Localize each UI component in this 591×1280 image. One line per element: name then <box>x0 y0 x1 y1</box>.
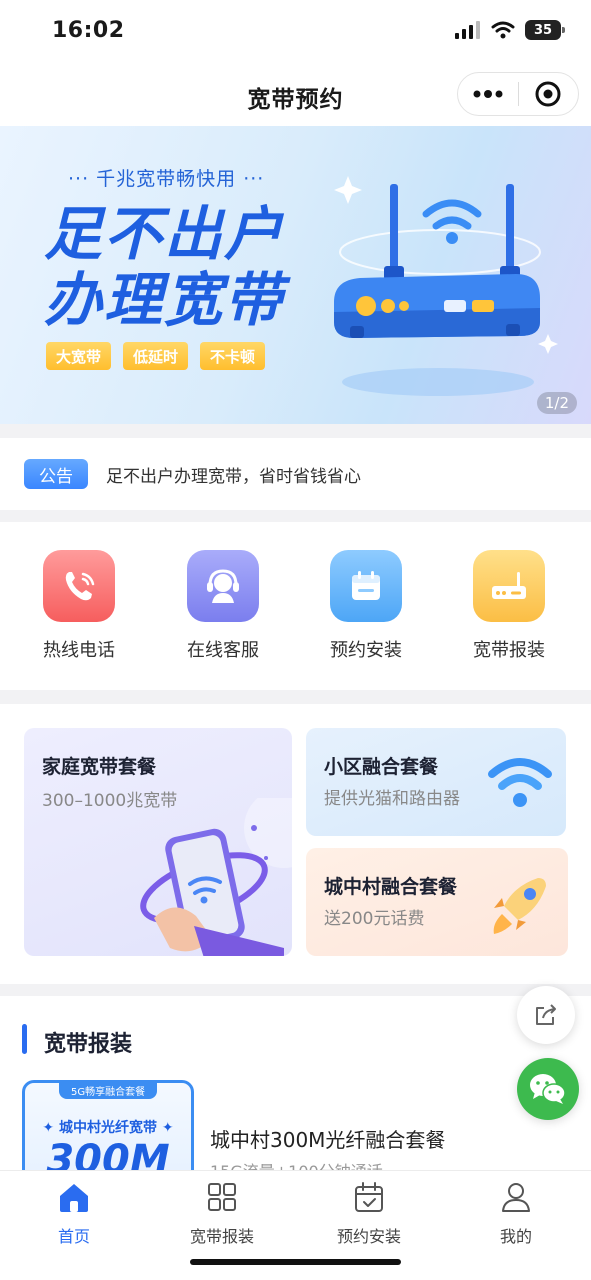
target-circle-icon <box>535 81 561 107</box>
action-label: 热线电话 <box>43 640 115 661</box>
wechat-icon <box>530 1074 566 1104</box>
router-illustration <box>334 176 558 396</box>
banner-headline-line1: 足不出户 <box>44 200 285 268</box>
miniprogram-capsule <box>457 72 579 116</box>
tab-label: 宽带报装 <box>189 1227 254 1246</box>
action-hotline[interactable]: 热线电话 <box>24 550 134 662</box>
action-online-service[interactable]: 在线客服 <box>168 550 278 662</box>
banner-tag: 大宽带 <box>46 342 112 370</box>
banner-tags: 大宽带 低延时 不卡顿 <box>46 342 266 370</box>
more-dots-icon <box>473 90 503 98</box>
status-bar: 16:02 35 <box>0 0 591 62</box>
package-village-card[interactable]: 城中村融合套餐 送200元话费 <box>306 848 568 956</box>
quick-actions: 热线电话 在线客服 预约安装 宽带报装 <box>0 522 591 690</box>
battery-indicator: 35 <box>525 20 565 40</box>
tab-broadband-apply[interactable]: 宽带报装 <box>162 1179 282 1247</box>
phone-icon <box>43 550 115 622</box>
action-label: 预约安装 <box>330 640 402 661</box>
tab-label: 首页 <box>57 1227 90 1246</box>
home-indicator <box>190 1259 401 1265</box>
notice-text: 足不出户办理宽带，省时省钱省心 <box>106 466 361 487</box>
action-book-install[interactable]: 预约安装 <box>311 550 421 662</box>
action-broadband-apply[interactable]: 宽带报装 <box>454 550 564 662</box>
package-desc: 送200元话费 <box>324 909 425 929</box>
customer-service-icon <box>187 550 259 622</box>
cellular-signal-icon <box>455 21 480 39</box>
package-title: 家庭宽带套餐 <box>42 756 157 778</box>
action-label: 在线客服 <box>187 640 259 661</box>
share-button[interactable] <box>517 986 575 1044</box>
section-title: 宽带报装 <box>44 1032 133 1057</box>
wifi-icon <box>491 21 515 39</box>
wechat-contact-button[interactable] <box>517 1058 579 1120</box>
notice-bar[interactable]: 公告 足不出户办理宽带，省时省钱省心 <box>0 438 591 510</box>
status-time: 16:02 <box>52 18 125 43</box>
share-icon <box>536 1004 556 1025</box>
close-miniprogram-button[interactable] <box>518 72 578 116</box>
tab-book-install[interactable]: 预约安装 <box>309 1179 429 1247</box>
app-page: 16:02 35 宽带预约 ··· 千兆宽带畅快用 ··· 足不出户 办理宽带 … <box>0 0 591 1280</box>
banner-tag: 不卡顿 <box>200 342 266 370</box>
section-accent-bar <box>22 1024 27 1054</box>
phone-wifi-illustration <box>140 798 292 956</box>
banner-subtitle: ··· 千兆宽带畅快用 ··· <box>68 168 265 190</box>
notice-tag: 公告 <box>24 459 88 489</box>
package-community-card[interactable]: 小区融合套餐 提供光猫和路由器 <box>306 728 566 836</box>
router-icon <box>473 550 545 622</box>
package-title: 小区融合套餐 <box>324 756 439 778</box>
calendar-icon <box>330 550 402 622</box>
package-desc: 提供光猫和路由器 <box>324 789 460 809</box>
package-family-card[interactable]: 家庭宽带套餐 300–1000兆宽带 <box>24 728 292 956</box>
tab-label: 预约安装 <box>336 1227 401 1246</box>
broadband-apply-section: 宽带报装 5G畅享融合套餐 ✦ 城中村光纤宽带 ✦ 300M 城中村300M光纤… <box>0 996 591 1176</box>
tab-home[interactable]: 首页 <box>14 1179 134 1247</box>
banner-page-indicator: 1/2 <box>536 392 577 414</box>
rocket-icon <box>493 878 546 934</box>
user-icon <box>456 1179 576 1215</box>
home-icon <box>14 1179 134 1215</box>
grid-icon <box>162 1179 282 1215</box>
status-icons: 35 <box>455 20 565 40</box>
action-label: 宽带报装 <box>473 640 545 661</box>
banner-tag: 低延时 <box>123 342 189 370</box>
product-image-subtitle: ✦ 城中村光纤宽带 ✦ <box>42 1120 174 1136</box>
package-section: 家庭宽带套餐 300–1000兆宽带 小区融合套餐 提供光猫和路由器 城中村融合… <box>0 704 591 984</box>
product-image[interactable]: 5G畅享融合套餐 ✦ 城中村光纤宽带 ✦ 300M <box>22 1080 194 1176</box>
tab-mine[interactable]: 我的 <box>456 1179 576 1247</box>
banner-headline-line2: 办理宽带 <box>44 266 285 334</box>
nav-bar: 宽带预约 <box>0 62 591 126</box>
package-title: 城中村融合套餐 <box>324 876 458 898</box>
more-button[interactable] <box>458 72 518 116</box>
calendar-check-icon <box>309 1179 429 1215</box>
product-badge: 5G畅享融合套餐 <box>59 1083 158 1099</box>
promo-banner[interactable]: ··· 千兆宽带畅快用 ··· 足不出户 办理宽带 大宽带 低延时 不卡顿 1/… <box>0 126 591 424</box>
product-name[interactable]: 城中村300M光纤融合套餐 <box>210 1124 445 1153</box>
tab-label: 我的 <box>499 1227 532 1246</box>
wifi-3d-icon <box>488 758 552 807</box>
